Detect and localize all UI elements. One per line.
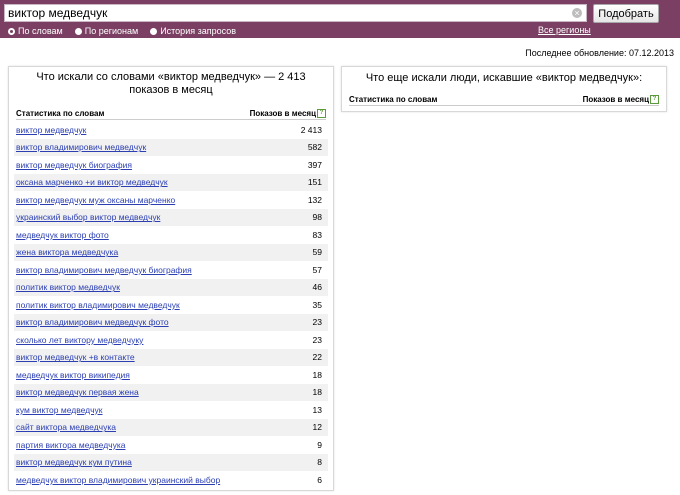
shows-count: 23 <box>312 317 322 328</box>
query-link[interactable]: медведчук виктор владимирович украинский… <box>16 475 220 485</box>
words-stats-table: виктор медведчук 2 413 виктор владимирович… <box>14 121 328 489</box>
shows-count: 132 <box>307 194 322 205</box>
shows-count: 46 <box>312 282 322 293</box>
related-queries-title: Что еще искали люди, искавшие «виктор ме… <box>365 72 643 84</box>
related-queries-header: Статистика по словам Показов в месяц? <box>349 95 659 107</box>
table-row: жена виктора медведчука 59 <box>14 243 328 261</box>
table-row: виктор владимирович медведчук 582 <box>14 138 328 156</box>
col-shows: Показов в месяц? <box>249 109 326 119</box>
table-row: сколько лет виктору медведчуку 23 <box>14 331 328 349</box>
shows-count: 9 <box>317 439 322 450</box>
table-row: политик виктор владимирович медведчук 35 <box>14 296 328 314</box>
col-shows-label: Показов в месяц <box>249 109 316 118</box>
radio-icon <box>74 27 82 35</box>
query-link[interactable]: оксана марченко +и виктор медведчук <box>16 177 168 187</box>
clear-icon[interactable]: × <box>572 8 582 18</box>
mode-selector: По словам По регионам История запросов <box>8 25 248 37</box>
query-link[interactable]: виктор медведчук первая жена <box>16 387 139 397</box>
radio-icon <box>150 27 158 35</box>
shows-count: 582 <box>307 142 322 153</box>
shows-count: 397 <box>307 159 322 170</box>
col-shows: Показов в месяц? <box>582 95 659 105</box>
table-row: медведчук виктор википедия 18 <box>14 366 328 384</box>
query-link[interactable]: виктор медведчук муж оксаны марченко <box>16 195 175 205</box>
shows-count: 18 <box>312 369 322 380</box>
table-row: политик виктор медведчук 46 <box>14 278 328 296</box>
query-link[interactable]: виктор медведчук биография <box>16 160 132 170</box>
table-row: медведчук виктор владимирович украинский… <box>14 471 328 489</box>
shows-count: 13 <box>312 404 322 415</box>
query-link[interactable]: политик виктор владимирович медведчук <box>16 300 180 310</box>
search-header: × Подобрать По словам По регионам Истори… <box>0 0 680 38</box>
shows-count: 6 <box>317 474 322 485</box>
words-stats-header: Статистика по словам Показов в месяц? <box>16 109 326 121</box>
shows-count: 2 413 <box>300 124 322 135</box>
table-row: виктор медведчук +в контакте 22 <box>14 348 328 366</box>
query-link[interactable]: медведчук виктор фото <box>16 230 109 240</box>
shows-count: 18 <box>312 387 322 398</box>
all-regions-link[interactable]: Все регионы <box>538 25 591 35</box>
search-box: × <box>4 4 587 22</box>
query-link[interactable]: виктор медведчук <box>16 125 86 135</box>
words-stats-panel: Что искали со словами «виктор медведчук»… <box>8 66 334 491</box>
shows-count: 12 <box>312 422 322 433</box>
query-link[interactable]: кум виктор медведчук <box>16 405 103 415</box>
help-icon[interactable]: ? <box>317 109 326 119</box>
table-row: кум виктор медведчук 13 <box>14 401 328 419</box>
mode-by-words[interactable]: По словам <box>8 26 63 36</box>
mode-history[interactable]: История запросов <box>150 26 236 36</box>
shows-count: 57 <box>312 264 322 275</box>
table-row: оксана марченко +и виктор медведчук 151 <box>14 173 328 191</box>
mode-by-regions-label: По регионам <box>84 26 139 36</box>
table-row: партия виктора медведчука 9 <box>14 436 328 454</box>
submit-button[interactable]: Подобрать <box>593 4 659 23</box>
table-row: медведчук виктор фото 83 <box>14 226 328 244</box>
query-link[interactable]: политик виктор медведчук <box>16 282 120 292</box>
shows-count: 35 <box>312 299 322 310</box>
col-shows-label: Показов в месяц <box>582 95 649 104</box>
shows-count: 151 <box>307 177 322 188</box>
table-row: виктор медведчук биография 397 <box>14 156 328 174</box>
table-row: сайт виктора медведчука 12 <box>14 418 328 436</box>
mode-history-label: История запросов <box>160 26 236 36</box>
query-link[interactable]: виктор медведчук +в контакте <box>16 352 135 362</box>
last-update: Последнее обновление: 07.12.2013 <box>525 48 674 58</box>
radio-selected-icon <box>8 27 15 35</box>
related-queries-panel: Что еще искали люди, искавшие «виктор ме… <box>341 66 667 112</box>
search-input[interactable] <box>8 5 568 21</box>
mode-by-words-label: По словам <box>18 26 63 36</box>
query-link[interactable]: жена виктора медведчука <box>16 247 118 257</box>
shows-count: 98 <box>312 212 322 223</box>
col-words-label: Статистика по словам <box>16 109 105 118</box>
query-link[interactable]: сайт виктора медведчука <box>16 422 116 432</box>
table-row: виктор медведчук первая жена 18 <box>14 383 328 401</box>
query-link[interactable]: виктор медведчук кум путина <box>16 457 132 467</box>
words-stats-title: Что искали со словами «виктор медведчук»… <box>36 71 306 96</box>
shows-count: 83 <box>312 229 322 240</box>
query-link[interactable]: партия виктора медведчука <box>16 440 125 450</box>
query-link[interactable]: медведчук виктор википедия <box>16 370 130 380</box>
query-link[interactable]: сколько лет виктору медведчуку <box>16 335 143 345</box>
table-row: виктор медведчук 2 413 <box>14 121 328 139</box>
shows-count: 23 <box>312 334 322 345</box>
table-row: виктор владимирович медведчук биография 5… <box>14 261 328 279</box>
table-row: виктор владимирович медведчук фото 23 <box>14 313 328 331</box>
query-link[interactable]: виктор владимирович медведчук биография <box>16 265 192 275</box>
shows-count: 59 <box>312 247 322 258</box>
table-row: украинский выбор виктор медведчук 98 <box>14 208 328 226</box>
query-link[interactable]: виктор владимирович медведчук <box>16 142 146 152</box>
shows-count: 22 <box>312 352 322 363</box>
table-row: виктор медведчук кум путина 8 <box>14 453 328 471</box>
query-link[interactable]: украинский выбор виктор медведчук <box>16 212 160 222</box>
help-icon[interactable]: ? <box>650 95 659 105</box>
mode-by-regions[interactable]: По регионам <box>74 26 139 36</box>
query-link[interactable]: виктор владимирович медведчук фото <box>16 317 169 327</box>
shows-count: 8 <box>317 457 322 468</box>
table-row: виктор медведчук муж оксаны марченко 132 <box>14 191 328 209</box>
col-words-label: Статистика по словам <box>349 95 438 104</box>
